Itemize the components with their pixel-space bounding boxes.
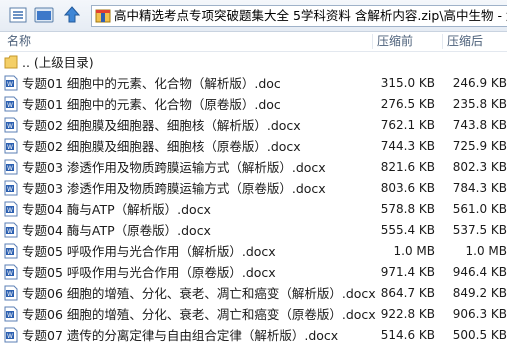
path-text: 高中精选考点专项突破题集大全 5学科资料 含解析内容.zip\高中生物 - 解析 [114,8,507,23]
list-item[interactable]: W 专题02 细胞膜及细胞器、细胞核（解析版）.docx 762.1 KB 743.8… [0,115,507,136]
compressed-size: 1.0 MB [393,244,435,258]
file-name: 专题04 酶与ATP（解析版）.docx [22,202,211,217]
original-size: 725.9 KB [452,139,507,153]
compressed-size: 803.6 KB [380,181,435,195]
svg-text:W: W [7,165,13,172]
svg-text:W: W [7,333,13,340]
original-size: 849.2 KB [452,286,507,300]
file-name: 专题01 细胞中的元素、化合物（解析版）.doc [22,76,281,91]
list-item[interactable]: W 专题05 呼吸作用与光合作用（解析版）.docx 1.0 MB 1.0 MB [0,241,507,262]
archive-icon [95,9,111,23]
file-name: .. (上级目录) [22,55,94,70]
word-document-icon: W [4,306,18,322]
file-name: 专题06 细胞的增殖、分化、衰老、凋亡和癌变（解析版）.docx [22,286,376,301]
compressed-size: 971.4 KB [380,265,435,279]
file-name: 专题06 细胞的增殖、分化、衰老、凋亡和癌变（原卷版）.docx [22,307,376,322]
column-original[interactable]: 压缩后 [447,32,483,51]
original-size: 802.3 KB [452,160,507,174]
column-header: 名称 压缩前 压缩后 [0,32,507,52]
folder-icon [4,55,18,69]
compressed-size: 744.3 KB [380,139,435,153]
word-document-icon: W [4,117,18,133]
word-document-icon: W [4,75,18,91]
column-divider[interactable] [372,34,373,49]
word-document-icon: W [4,201,18,217]
svg-text:W: W [7,144,13,151]
file-list: .. (上级目录) W 专题01 细胞中的元素、化合物（解析版）.doc 315.0 … [0,52,507,346]
list-item[interactable]: W 专题03 渗透作用及物质跨膜运输方式（解析版）.docx 821.6 KB 802… [0,157,507,178]
list-item[interactable]: W 专题06 细胞的增殖、分化、衰老、凋亡和癌变（原卷版）.docx 922.8 K… [0,304,507,325]
path-bar[interactable]: 高中精选考点专项突破题集大全 5学科资料 含解析内容.zip\高中生物 - 解析 [91,5,507,27]
list-item[interactable]: W 专题03 渗透作用及物质跨膜运输方式（原卷版）.docx 803.6 KB 784… [0,178,507,199]
column-name[interactable]: 名称 [7,32,31,51]
svg-text:W: W [7,270,13,277]
list-item[interactable]: W 专题01 细胞中的元素、化合物（原卷版）.doc 276.5 KB 235.8 K… [0,94,507,115]
compressed-size: 922.8 KB [380,307,435,321]
compressed-size: 555.4 KB [380,223,435,237]
file-name: 专题07 遗传的分离定律与自由组合定律（解析版）.docx [22,328,339,343]
svg-text:W: W [7,123,13,130]
list-item[interactable]: W 专题04 酶与ATP（解析版）.docx 578.8 KB 561.0 KB [0,199,507,220]
svg-text:W: W [7,186,13,193]
toolbar: 高中精选考点专项突破题集大全 5学科资料 含解析内容.zip\高中生物 - 解析 [0,0,507,32]
file-name: 专题05 呼吸作用与光合作用（原卷版）.docx [22,265,276,280]
svg-text:W: W [7,102,13,109]
compressed-size: 578.8 KB [380,202,435,216]
view-list-icon[interactable] [8,5,28,25]
compressed-size: 821.6 KB [380,160,435,174]
svg-text:W: W [7,249,13,256]
compressed-size: 762.1 KB [380,118,435,132]
list-item[interactable]: W 专题02 细胞膜及细胞器、细胞核（原卷版）.docx 744.3 KB 725.9… [0,136,507,157]
list-item[interactable]: .. (上级目录) [0,52,507,73]
compressed-size: 276.5 KB [380,97,435,111]
file-name: 专题03 渗透作用及物质跨膜运输方式（原卷版）.docx [22,181,326,196]
word-document-icon: W [4,96,18,112]
list-item[interactable]: W 专题04 酶与ATP（原卷版）.docx 555.4 KB 537.5 KB [0,220,507,241]
compressed-size: 514.6 KB [380,328,435,342]
column-divider[interactable] [442,34,443,49]
word-document-icon: W [4,327,18,343]
svg-text:W: W [7,81,13,88]
file-name: 专题02 细胞膜及细胞器、细胞核（解析版）.docx [22,118,301,133]
file-name: 专题04 酶与ATP（原卷版）.docx [22,223,211,238]
word-document-icon: W [4,222,18,238]
word-document-icon: W [4,285,18,301]
up-folder-icon[interactable] [62,5,82,25]
original-size: 946.4 KB [452,265,507,279]
file-name: 专题01 细胞中的元素、化合物（原卷版）.doc [22,97,281,112]
list-item[interactable]: W 专题01 细胞中的元素、化合物（解析版）.doc 315.0 KB 246.9 K… [0,73,507,94]
svg-text:W: W [7,291,13,298]
file-name: 专题02 细胞膜及细胞器、细胞核（原卷版）.docx [22,139,301,154]
svg-text:W: W [7,228,13,235]
original-size: 906.3 KB [452,307,507,321]
original-size: 743.8 KB [452,118,507,132]
original-size: 246.9 KB [452,76,507,90]
column-compressed[interactable]: 压缩前 [377,32,413,51]
compressed-size: 315.0 KB [380,76,435,90]
word-document-icon: W [4,180,18,196]
folder-view-icon[interactable] [34,5,54,25]
file-name: 专题03 渗透作用及物质跨膜运输方式（解析版）.docx [22,160,326,175]
original-size: 784.3 KB [452,181,507,195]
file-name: 专题05 呼吸作用与光合作用（解析版）.docx [22,244,276,259]
word-document-icon: W [4,138,18,154]
original-size: 1.0 MB [465,244,507,258]
compressed-size: 864.7 KB [380,286,435,300]
svg-text:W: W [7,207,13,214]
word-document-icon: W [4,159,18,175]
list-item[interactable]: W 专题06 细胞的增殖、分化、衰老、凋亡和癌变（解析版）.docx 864.7 K… [0,283,507,304]
original-size: 235.8 KB [452,97,507,111]
original-size: 500.5 KB [452,328,507,342]
svg-text:W: W [7,312,13,319]
original-size: 537.5 KB [452,223,507,237]
list-item[interactable]: W 专题05 呼吸作用与光合作用（原卷版）.docx 971.4 KB 946.4 K… [0,262,507,283]
original-size: 561.0 KB [452,202,507,216]
list-item[interactable]: W 专题07 遗传的分离定律与自由组合定律（解析版）.docx 514.6 KB 50… [0,325,507,346]
word-document-icon: W [4,243,18,259]
word-document-icon: W [4,264,18,280]
